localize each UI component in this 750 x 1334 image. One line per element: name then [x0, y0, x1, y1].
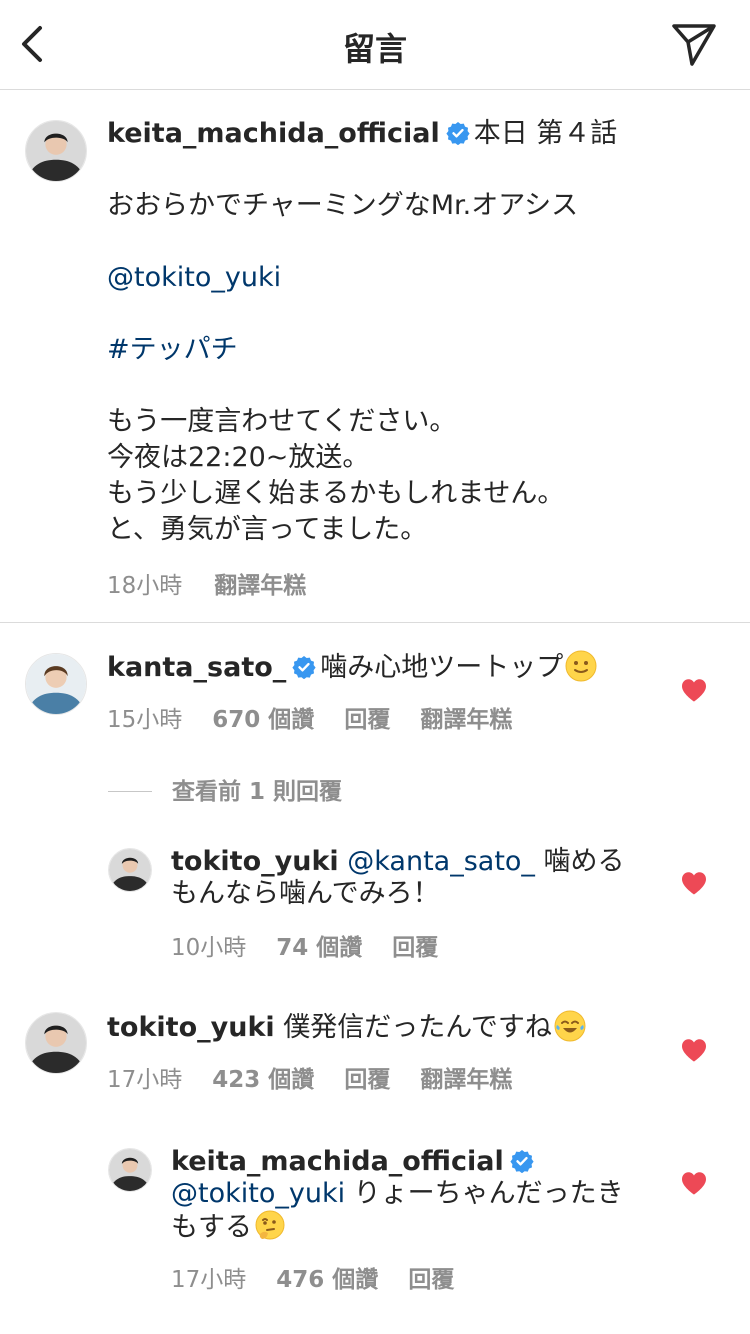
tears-of-joy-icon	[554, 1010, 586, 1042]
reply-button[interactable]: 回覆	[344, 707, 390, 733]
comment-text: tokito_yuki @kanta_sato_ 噛めるもんなら噛んでみろ！	[171, 846, 641, 910]
verified-badge-icon	[292, 655, 316, 679]
divider-line	[108, 791, 152, 792]
like-count[interactable]: 74 個讚	[276, 935, 362, 961]
top-bar: 留言	[0, 0, 750, 90]
comment-text: keita_machida_official @tokito_yuki りょーちゃ…	[171, 1146, 641, 1244]
post-caption: keita_machida_official 本日 第４話 おおらかでチャーミング…	[0, 90, 750, 623]
heart-icon[interactable]	[681, 678, 707, 702]
verified-badge-icon	[446, 121, 470, 145]
send-icon[interactable]	[670, 22, 718, 68]
caption-line: もう少し遅く始まるかもしれません。	[107, 478, 565, 509]
timestamp: 17小時	[171, 1267, 247, 1293]
reply-item: tokito_yuki @kanta_sato_ 噛めるもんなら噛んでみろ！ 1…	[0, 838, 750, 968]
translate-link[interactable]: 翻譯年糕	[420, 707, 512, 733]
slightly-smiling-face-icon	[565, 650, 597, 682]
heart-icon[interactable]	[681, 871, 707, 895]
timestamp: 18小時	[107, 573, 183, 599]
comment-username[interactable]: kanta_sato_	[107, 652, 286, 683]
comment-meta: 17小時 476 個讚 回覆	[171, 1260, 484, 1294]
caption-text: keita_machida_official 本日 第４話 おおらかでチャーミング…	[107, 116, 727, 548]
avatar[interactable]	[25, 1012, 87, 1074]
reply-item: keita_machida_official @tokito_yuki りょーちゃ…	[0, 1140, 750, 1320]
verified-badge-icon	[510, 1149, 534, 1173]
comment-meta: 10小時 74 個讚 回覆	[171, 928, 468, 962]
translate-link[interactable]: 翻譯年糕	[214, 573, 306, 599]
comment-meta: 15小時 670 個讚 回覆 翻譯年糕	[107, 700, 542, 734]
comment-username[interactable]: tokito_yuki	[107, 1012, 275, 1043]
comment-body: 噛み心地ツートップ	[320, 652, 564, 683]
avatar[interactable]	[25, 653, 87, 715]
thinking-face-icon	[255, 1210, 285, 1240]
translate-link[interactable]: 翻譯年糕	[420, 1067, 512, 1093]
page-title: 留言	[342, 30, 407, 68]
comment-item: kanta_sato_ 噛み心地ツートップ 15小時 670 個讚 回覆 翻譯年糕	[0, 623, 750, 743]
comment-mention[interactable]: @tokito_yuki	[171, 1178, 345, 1209]
comment-mention[interactable]: @kanta_sato_	[347, 846, 535, 877]
comment-username[interactable]: keita_machida_official	[171, 1146, 504, 1177]
reply-button[interactable]: 回覆	[344, 1067, 390, 1093]
caption-mention[interactable]: @tokito_yuki	[107, 260, 727, 296]
caption-meta: 18小時 翻譯年糕	[107, 566, 306, 600]
caption-line: と、勇気が言ってました。	[107, 514, 428, 545]
heart-icon[interactable]	[681, 1038, 707, 1062]
heart-icon[interactable]	[681, 1171, 707, 1195]
like-count[interactable]: 423 個讚	[212, 1067, 314, 1093]
view-replies-button[interactable]: 查看前 1 則回覆	[108, 772, 343, 805]
timestamp: 17小時	[107, 1067, 183, 1093]
comment-username[interactable]: tokito_yuki	[171, 846, 339, 877]
timestamp: 10小時	[171, 935, 247, 961]
comment-body: 僕発信だったんですね	[283, 1012, 552, 1043]
timestamp: 15小時	[107, 707, 183, 733]
comment-item: tokito_yuki 僕発信だったんですね 17小時 423 個讚 回覆 翻譯年糕	[0, 1000, 750, 1110]
caption-title-line: 本日 第４話	[473, 118, 618, 149]
caption-line: おおらかでチャーミングなMr.オアシス	[107, 190, 579, 221]
like-count[interactable]: 476 個讚	[276, 1267, 378, 1293]
comment-text: kanta_sato_ 噛み心地ツートップ	[107, 650, 667, 684]
avatar[interactable]	[25, 120, 87, 182]
comment-text: tokito_yuki 僕発信だったんですね	[107, 1010, 667, 1044]
like-count[interactable]: 670 個讚	[212, 707, 314, 733]
caption-line: もう一度言わせてください。	[107, 406, 457, 437]
caption-hashtag[interactable]: #テッパチ	[107, 332, 727, 368]
comment-meta: 17小時 423 個讚 回覆 翻譯年糕	[107, 1060, 542, 1094]
reply-button[interactable]: 回覆	[392, 935, 438, 961]
caption-line: 今夜は22:20~放送。	[107, 442, 370, 473]
view-replies-label: 查看前 1 則回覆	[172, 779, 343, 805]
avatar[interactable]	[108, 1148, 152, 1192]
reply-button[interactable]: 回覆	[408, 1267, 454, 1293]
caption-username[interactable]: keita_machida_official	[107, 118, 440, 149]
avatar[interactable]	[108, 848, 152, 892]
